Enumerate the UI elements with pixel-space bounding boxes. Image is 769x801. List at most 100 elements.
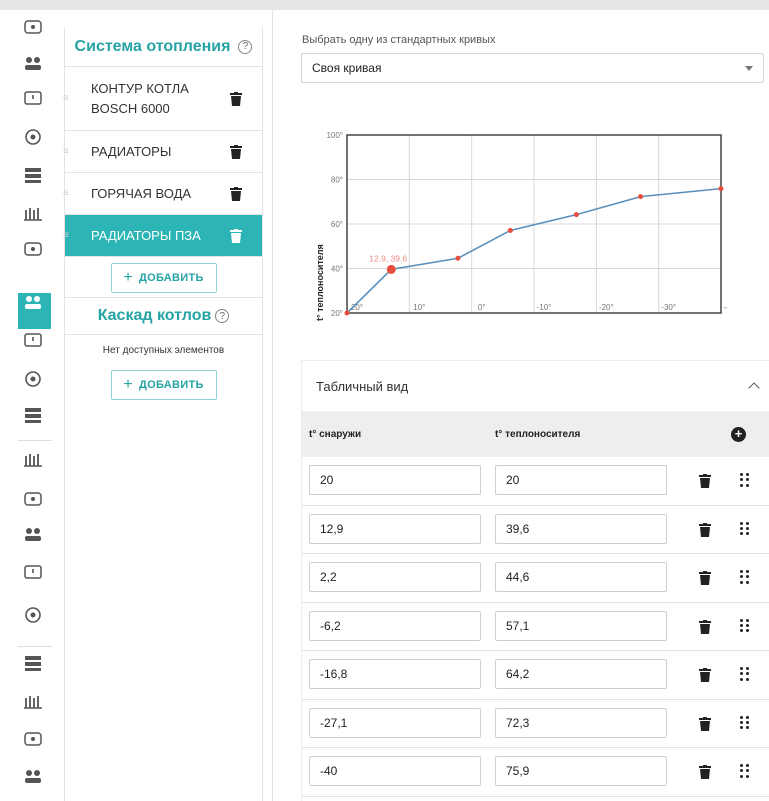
alert-icon[interactable] [20,124,46,150]
table-row: 20 20 [302,457,769,506]
users-icon[interactable] [20,86,46,112]
coolant-temp-input[interactable]: 75,9 [495,756,667,786]
chevron-up-icon[interactable] [748,382,760,394]
curve-select[interactable]: Своя кривая [301,53,764,83]
heating-circuit-item[interactable]: ≡ РАДИАТОРЫ ПЗА [63,215,262,257]
heating-system-header: Система отопления ? [65,27,262,67]
table-row: 12,9 39,6 [302,506,769,554]
trash-icon[interactable] [699,619,711,634]
server-icon[interactable] [20,236,46,262]
boiler-cascade-header: Каскад котлов ? [65,297,262,335]
users-group-icon[interactable] [20,51,46,77]
add-cascade-button[interactable]: + ДОБАВИТЬ [110,370,217,400]
trash-icon[interactable] [699,716,711,731]
trash-icon[interactable] [230,186,242,201]
drag-handle-icon[interactable] [740,667,750,681]
trash-icon[interactable] [699,522,711,537]
y-axis-label: t° теплоносителя [315,244,325,321]
empty-cascade-text: Нет доступных элементов [102,345,225,356]
puzzle-icon[interactable] [20,602,46,628]
trash-icon[interactable] [699,668,711,682]
table-view-card: Табличный вид t° снаружи t° теплоносител… [301,360,769,801]
drag-handle-icon[interactable]: ≡ [63,188,69,199]
drag-handle-icon[interactable]: ≡ [63,93,69,104]
add-heating-circuit-button[interactable]: + ДОБАВИТЬ [110,263,217,293]
heating-icon[interactable] [20,290,46,316]
fan-icon[interactable] [20,328,46,354]
help-icon[interactable]: ? [238,39,253,54]
icon-rail [0,10,64,801]
y-tick-label: 40° [331,265,343,274]
thermometer-icon[interactable] [20,366,46,392]
sensor-settings-icon[interactable] [20,200,46,226]
curve-select-value: Своя кривая [312,61,382,75]
heating-circuit-label: КОНТУР КОТЛА BOSCH 6000 [91,80,189,116]
remote-icon[interactable] [20,688,46,714]
heating-circuit-item[interactable]: ≡ КОНТУР КОТЛА BOSCH 6000 [63,67,262,131]
table-row: -40 75,9 [302,748,769,797]
trash-icon[interactable] [230,144,242,159]
coolant-temp-input[interactable]: 64,2 [495,659,667,689]
outside-temp-input[interactable]: 2,2 [309,562,481,592]
drag-handle-icon[interactable]: ≡ [63,230,69,241]
touch-icon[interactable] [20,522,46,548]
help-icon[interactable]: ? [215,309,230,323]
table-row: 2,2 44,6 [302,554,769,603]
wireless-icon[interactable] [20,446,46,472]
drag-handle-icon[interactable] [740,570,750,584]
antenna-icon[interactable] [20,650,46,676]
trash-icon[interactable] [230,91,242,106]
table-row: -27,1 72,3 [302,700,769,748]
cloud-icon[interactable] [20,764,46,790]
data-point [638,194,644,200]
heating-circuit-label: РАДИАТОРЫ [91,143,172,159]
drag-handle-icon[interactable]: ≡ [63,146,69,157]
drag-handle-icon[interactable] [740,715,750,730]
boiler-cascade-title: Каскад котлов [97,307,212,324]
drag-handle-icon[interactable] [740,521,750,536]
outside-temp-input[interactable]: 20 [309,465,481,495]
outside-temp-input[interactable]: -40 [309,756,481,786]
table-column-header: t° снаружи t° теплоносителя + [302,411,769,457]
coolant-temp-input[interactable]: 72,3 [495,707,667,738]
coolant-temp-input[interactable]: 44,6 [495,562,667,592]
col-outside-temp: t° снаружи [309,428,362,440]
battery-icon[interactable] [20,726,46,752]
table-view-header[interactable]: Табличный вид [302,361,769,411]
coolant-temp-input[interactable]: 57,1 [495,610,667,641]
add-row-icon[interactable]: + [731,427,746,442]
data-point [718,186,724,192]
y-tick-label: 20° [331,309,343,318]
coolant-temp-input[interactable]: 39,6 [495,513,667,544]
drag-handle-icon[interactable] [740,618,750,633]
top-bar [0,0,769,10]
data-point [344,310,350,316]
y-tick-label: 100° [326,131,343,140]
heating-circuit-item[interactable]: ≡ ГОРЯЧАЯ ВОДА [63,173,262,215]
heating-circuit-item[interactable]: ≡ РАДИАТОРЫ [63,131,262,173]
trash-icon[interactable] [699,765,711,779]
drag-handle-icon[interactable] [740,764,750,778]
gear-settings-icon[interactable] [20,162,46,188]
outside-temp-input[interactable]: -16,8 [309,659,481,689]
x-tick-label: -30° [661,303,676,312]
outside-temp-input[interactable]: 12,9 [309,513,481,544]
network-icon[interactable] [20,402,46,428]
outside-temp-input[interactable]: -27,1 [309,707,481,738]
control-panel-icon[interactable] [20,560,46,586]
x-tick-label: 10° [413,303,425,312]
drag-handle-icon[interactable] [740,473,750,487]
boiler-icon[interactable] [20,14,46,40]
relay-icon[interactable] [20,486,46,512]
outside-temp-input[interactable]: -6,2 [309,610,481,641]
coolant-temp-input[interactable]: 20 [495,465,667,495]
trash-icon[interactable] [699,571,711,585]
trash-icon[interactable] [699,474,711,488]
col-coolant-temp: t° теплоносителя [495,428,581,440]
data-point [386,264,396,274]
chart-svg: 20°40°60°80°100°20°10°0°-10°-20°-30°-40°… [315,131,738,321]
trash-icon[interactable] [230,228,242,243]
y-tick-label: 80° [331,176,343,185]
chevron-down-icon [745,65,753,71]
data-point [507,227,513,233]
